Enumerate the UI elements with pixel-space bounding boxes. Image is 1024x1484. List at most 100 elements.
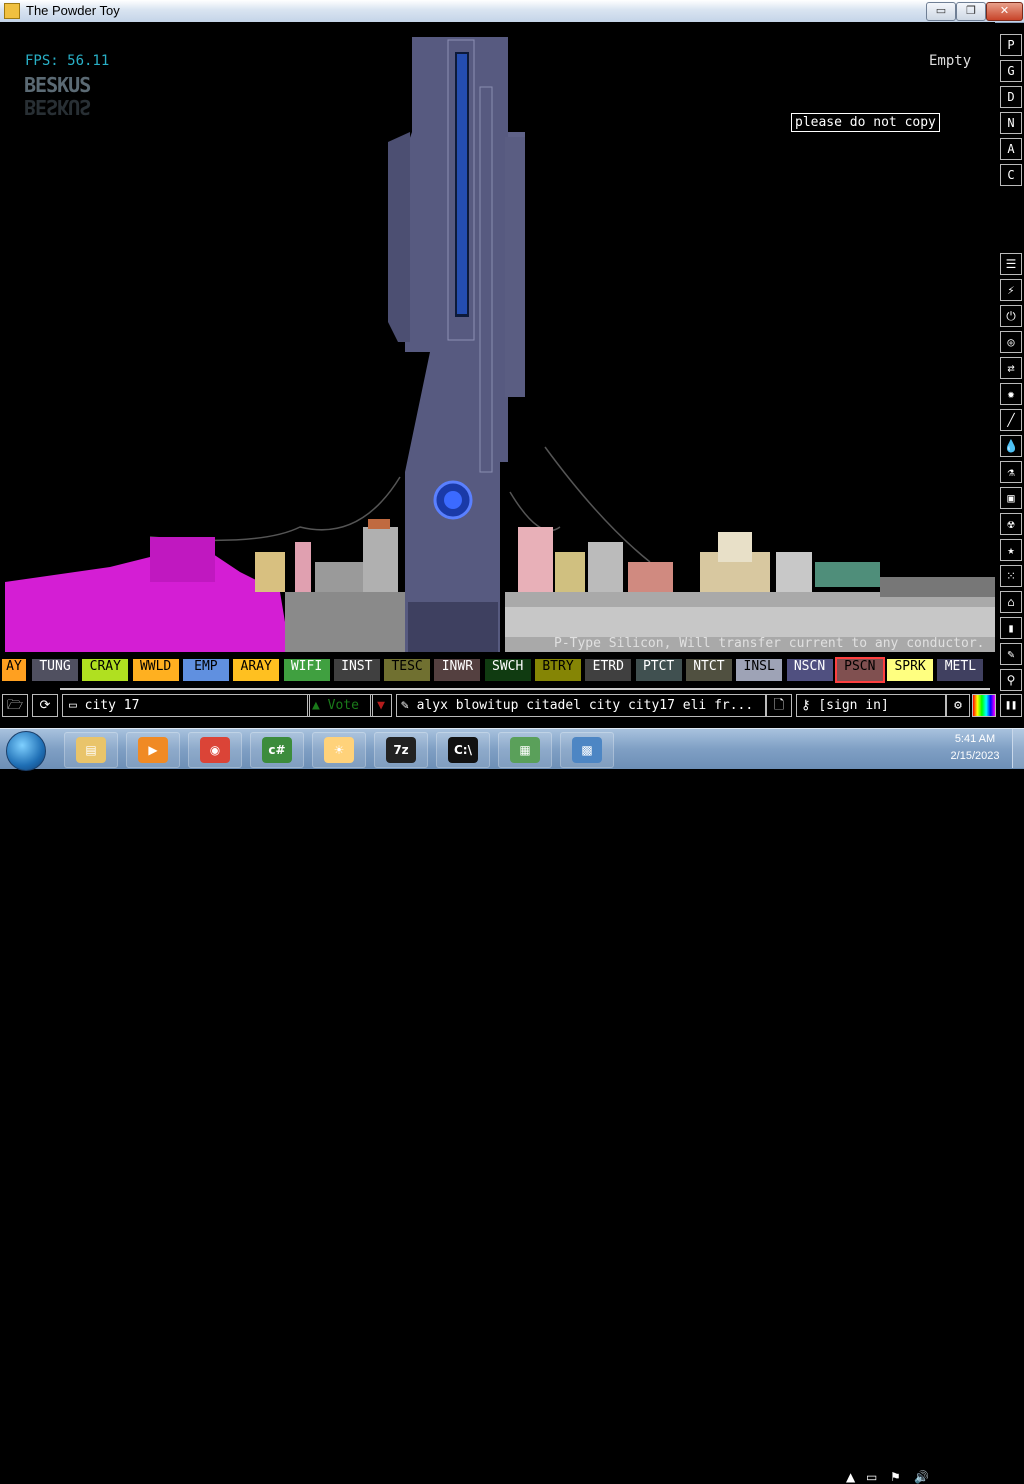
taskbar-7zip-button[interactable]: 7z [374,732,428,768]
element-btry-button[interactable]: BTRY [535,659,581,681]
ambient-heat-button[interactable]: A [1000,138,1022,160]
taskbar-explorer-button[interactable]: ▤ [64,732,118,768]
element-aray-button[interactable]: ARAY [233,659,280,681]
category-special-button[interactable]: ★ [1000,539,1022,561]
close-button[interactable]: ✕ [986,2,1023,21]
taskbar-network-icon: ▦ [510,737,540,763]
category-life-button[interactable]: ⁙ [1000,565,1022,587]
element-scrollbar[interactable] [60,688,990,690]
show-desktop-button[interactable] [1012,729,1024,768]
element-wwld-button[interactable]: WWLD [132,659,179,681]
vote-down-icon: ▼ [377,698,385,713]
category-walls-icon: ☰ [1005,257,1017,271]
pause-button[interactable]: ❚❚ [1000,694,1022,717]
search-button[interactable]: ⚲ [1000,669,1022,691]
volume-icon[interactable]: 🔊 [914,1470,929,1484]
reload-icon: ⟳ [39,698,51,713]
settings-button[interactable]: ⚙ [946,694,970,717]
element-insl-button[interactable]: INSL [736,659,783,681]
tray-expand-icon[interactable]: ▲ [846,1470,855,1484]
simulation-canvas[interactable]: FPS: 56.11 BESKUS BESKUS Empty please do… [0,22,995,655]
category-explosives-button[interactable]: ✹ [1000,383,1022,405]
category-sensors-button[interactable]: ◎ [1000,331,1022,353]
bottom-bar: 🗁 ⟳ ▭ city 17 ▲ Vote ▼ ✎ alyx blowitup c… [0,694,1024,719]
element-nscn-button[interactable]: NSCN [786,659,833,681]
gravity-button[interactable]: G [1000,60,1022,82]
element-pscn-button[interactable]: PSCN [834,657,885,683]
window-title: The Powder Toy [26,3,120,18]
network-icon[interactable]: ▭ [866,1470,877,1484]
new-simulation-button[interactable]: 🗋 [766,694,792,717]
category-powders-icon: ⚗ [1007,465,1015,479]
new-icon: 🗋 [773,698,785,713]
category-radioactive-button[interactable]: ☢ [1000,513,1022,535]
start-button[interactable] [6,731,46,771]
display-mode-button[interactable] [972,694,996,717]
tags-button[interactable]: ✎ alyx blowitup citadel city city17 eli … [396,694,766,717]
taskbar-network-button[interactable]: ▦ [498,732,552,768]
open-save-button[interactable]: 🗁 [2,694,28,717]
vote-down-button[interactable]: ▼ [370,694,392,717]
clock-date[interactable]: 2/15/2023 [946,750,1004,762]
element-swch-button[interactable]: SWCH [484,659,531,681]
element-metl-button[interactable]: METL [937,659,984,681]
pause-toggle-button[interactable]: P [1000,34,1022,56]
category-solids-button[interactable]: ▣ [1000,487,1022,509]
taskbar-csharp-icon: c# [262,737,292,763]
action-center-icon[interactable]: ⚑ [890,1470,901,1484]
minimize-button[interactable]: ▭ [926,2,956,21]
sign-label[interactable]: please do not copy [791,113,940,132]
window-titlebar: The Powder Toy ▭ ❐ ✕ [0,0,1024,23]
maximize-button[interactable]: ❐ [956,2,986,21]
category-liquids-button[interactable]: 💧 [1000,435,1022,457]
newtonian-gravity-button[interactable]: N [1000,112,1022,134]
vote-up-button[interactable]: ▲ Vote [307,694,373,717]
taskbar-csharp-button[interactable]: c# [250,732,304,768]
element-etrd-button[interactable]: ETRD [585,659,632,681]
category-special-icon: ★ [1007,543,1015,557]
element-sprk-button[interactable]: SPRK [887,659,934,681]
taskbar-control-panel-button[interactable]: ▩ [560,732,614,768]
category-tools-icon: ⌂ [1007,595,1015,609]
app-icon [4,3,20,19]
category-force-button[interactable]: ⇄ [1000,357,1022,379]
category-favorites-button[interactable]: ▮ [1000,617,1022,639]
vote-up-icon: ▲ [312,698,320,713]
sign-in-button[interactable]: ⚷ [sign in] [796,694,946,717]
category-explosives-icon: ✹ [1007,387,1015,401]
windows-taskbar: ▤ ▶ ◉ c# ☀ 7z C:\ ▦ ▩ ▲ ▭ ⚑ 🔊 [0,728,1024,1484]
category-favorites-icon: ▮ [1007,621,1015,635]
taskbar-cmd-button[interactable]: C:\ [436,732,490,768]
console-button[interactable]: C [1000,164,1022,186]
element-cray-button[interactable]: CRAY [82,659,129,681]
element-ntct-button[interactable]: NTCT [685,659,732,681]
category-radioactive-icon: ☢ [1007,517,1015,531]
element-emp-button[interactable]: EMP [182,659,229,681]
element-tung-button[interactable]: TUNG [32,659,78,681]
decorations-button[interactable]: D [1000,86,1022,108]
taskbar-cmd-icon: C:\ [448,737,478,763]
element-inwr-button[interactable]: INWR [434,659,481,681]
element-ay-button[interactable]: AY [2,659,26,681]
reload-button[interactable]: ⟳ [32,694,58,717]
category-tools-button[interactable]: ⌂ [1000,591,1022,613]
taskbar-powder-toy-icon: ☀ [324,737,354,763]
element-tesc-button[interactable]: TESC [384,659,431,681]
category-powered-button[interactable]: ⏻ [1000,305,1022,327]
save-name-button[interactable]: ▭ city 17 [62,694,310,717]
taskbar-powder-toy-button[interactable]: ☀ [312,732,366,768]
taskbar-media-player-button[interactable]: ▶ [126,732,180,768]
sign-in-label: [sign in] [818,698,889,713]
taskbar-explorer-icon: ▤ [76,737,106,763]
taskbar-chrome-button[interactable]: ◉ [188,732,242,768]
element-ptct-button[interactable]: PTCT [635,659,682,681]
taskbar-media-player-icon: ▶ [138,737,168,763]
clock-time[interactable]: 5:41 AM [952,733,998,745]
category-walls-button[interactable]: ☰ [1000,253,1022,275]
category-electronics-button[interactable]: ⚡ [1000,279,1022,301]
category-decoration-button[interactable]: ✎ [1000,643,1022,665]
category-powders-button[interactable]: ⚗ [1000,461,1022,483]
element-inst-button[interactable]: INST [333,659,380,681]
element-wifi-button[interactable]: WIFI [283,659,330,681]
category-gases-button[interactable]: ╱ [1000,409,1022,431]
